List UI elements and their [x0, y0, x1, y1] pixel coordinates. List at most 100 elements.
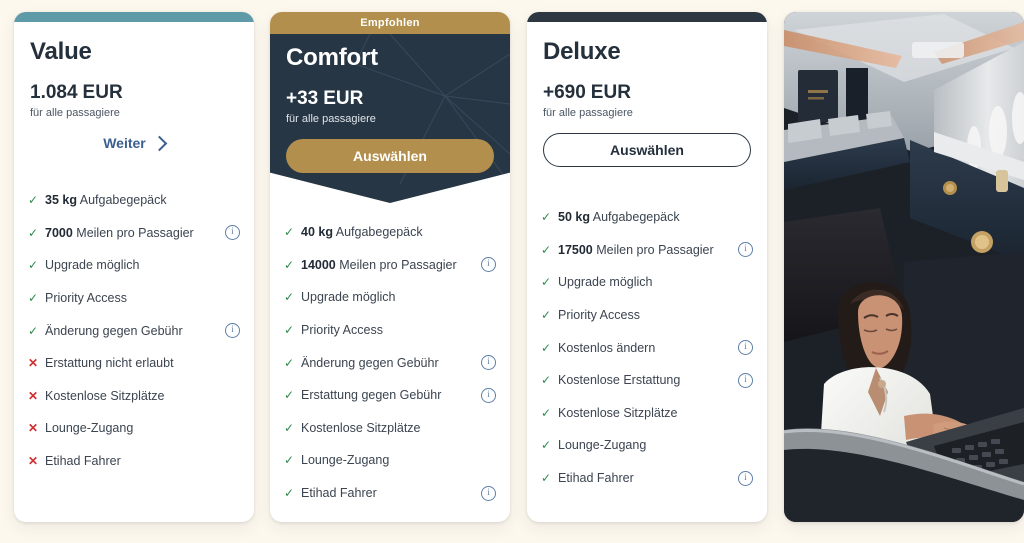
- feature-label: Upgrade möglich: [301, 290, 396, 305]
- select-button[interactable]: Auswählen: [543, 133, 751, 167]
- cross-icon: ✕: [28, 454, 39, 469]
- feature-row: ✓ Upgrade möglich: [28, 249, 240, 282]
- value-card-header: Value 1.084 EUR für alle passagiere Weite…: [14, 12, 254, 153]
- feature-row: ✕ Etihad Fahrer: [28, 445, 240, 478]
- feature-list-value: ✓ 35 kg Aufgabegepäck ✓ 7000 Meilen pro Pas…: [14, 184, 254, 477]
- feature-row: ✓ 35 kg Aufgabegepäck: [28, 184, 240, 217]
- price-row: +690 EUR: [543, 82, 751, 104]
- check-icon: ✓: [541, 308, 552, 323]
- price-subtitle: für alle passagiere: [30, 107, 120, 119]
- info-icon[interactable]: i: [481, 387, 496, 403]
- deluxe-card-header: Deluxe +690 EUR für alle passagiere Auswä…: [527, 12, 767, 167]
- feature-label: Änderung gegen Gebühr: [301, 355, 439, 370]
- info-icon[interactable]: i: [481, 485, 496, 501]
- feature-row: ✕ Lounge-Zugang: [28, 412, 240, 445]
- price-amount: +33: [286, 88, 319, 109]
- info-icon[interactable]: i: [225, 323, 240, 339]
- info-icon[interactable]: i: [738, 470, 753, 486]
- feature-list-deluxe: ✓ 50 kg Aufgabegepäck ✓ 17500 Meilen pro Pa…: [527, 201, 767, 494]
- feature-label: Lounge-Zugang: [558, 438, 647, 453]
- feature-row: ✓ Erstattung gegen Gebühr i: [284, 379, 496, 412]
- check-icon: ✓: [284, 257, 295, 272]
- info-icon[interactable]: i: [738, 242, 753, 258]
- check-icon: ✓: [28, 291, 39, 306]
- feature-label: 40 kg Aufgabegepäck: [301, 225, 423, 240]
- cabin-photo-illustration: [784, 12, 1024, 522]
- value-cta-wrap: Weiter: [30, 135, 238, 153]
- feature-row: ✕ Erstattung nicht erlaubt: [28, 347, 240, 380]
- check-icon: ✓: [284, 420, 295, 435]
- info-icon[interactable]: i: [225, 225, 240, 241]
- check-icon: ✓: [541, 340, 552, 355]
- select-button[interactable]: Auswählen: [286, 139, 494, 173]
- price-currency: EUR: [590, 82, 631, 103]
- feature-row: ✓ 17500 Meilen pro Passagier i: [541, 234, 753, 267]
- chevron-right-icon: [151, 135, 168, 151]
- feature-row: ✓ 50 kg Aufgabegepäck: [541, 201, 753, 234]
- check-icon: ✓: [541, 405, 552, 420]
- cross-icon: ✕: [28, 356, 39, 371]
- price-subtitle: für alle passagiere: [286, 113, 376, 125]
- feature-list-comfort: ✓ 40 kg Aufgabegepäck ✓ 14000 Meilen pro Pa…: [270, 216, 510, 509]
- info-icon[interactable]: i: [738, 372, 753, 388]
- feature-row: ✓ Lounge-Zugang: [284, 444, 496, 477]
- price-subtitle: für alle passagiere: [543, 107, 633, 119]
- check-icon: ✓: [541, 275, 552, 290]
- feature-label: Kostenlose Sitzplätze: [45, 388, 165, 403]
- price-amount: 1.084: [30, 82, 78, 103]
- recommended-ribbon: Empfohlen: [270, 12, 510, 34]
- check-icon: ✓: [284, 225, 295, 240]
- feature-row: ✓ 7000 Meilen pro Passagier i: [28, 217, 240, 250]
- plan-name: Deluxe: [543, 38, 621, 65]
- feature-row: ✓ Kostenlose Sitzplätze: [284, 412, 496, 445]
- fare-card-value[interactable]: Value 1.084 EUR für alle passagiere Weite…: [14, 12, 254, 522]
- info-icon[interactable]: i: [481, 355, 496, 371]
- feature-row: ✓ Priority Access: [284, 314, 496, 347]
- info-icon[interactable]: i: [481, 257, 496, 273]
- feature-label: Erstattung nicht erlaubt: [45, 356, 174, 371]
- feature-label: 35 kg Aufgabegepäck: [45, 193, 167, 208]
- comfort-card-header: Comfort +33 EUR für alle passagiere Auswä…: [270, 34, 510, 203]
- feature-label: Upgrade möglich: [558, 275, 653, 290]
- feature-label: Kostenlos ändern: [558, 340, 656, 355]
- info-icon[interactable]: i: [738, 340, 753, 356]
- price-row: 1.084 EUR: [30, 82, 238, 104]
- feature-label: Kostenlose Sitzplätze: [558, 405, 678, 420]
- feature-label: Priority Access: [558, 308, 640, 323]
- check-icon: ✓: [28, 225, 39, 240]
- feature-row: ✓ Upgrade möglich: [284, 281, 496, 314]
- feature-row: ✓ Änderung gegen Gebühr i: [28, 314, 240, 347]
- feature-label: Priority Access: [301, 323, 383, 338]
- fare-card-comfort[interactable]: Empfohlen Comfort +33 EUR für alle passa…: [270, 12, 510, 522]
- check-icon: ✓: [541, 471, 552, 486]
- check-icon: ✓: [541, 242, 552, 257]
- plan-name: Comfort: [286, 44, 378, 71]
- feature-label: Etihad Fahrer: [301, 486, 377, 501]
- check-icon: ✓: [28, 193, 39, 208]
- cross-icon: ✕: [28, 421, 39, 436]
- check-icon: ✓: [541, 373, 552, 388]
- weiter-label: Weiter: [103, 135, 146, 151]
- feature-label: 17500 Meilen pro Passagier: [558, 242, 714, 257]
- check-icon: ✓: [284, 323, 295, 338]
- feature-row: ✓ Priority Access: [28, 282, 240, 315]
- check-icon: ✓: [541, 438, 552, 453]
- feature-label: 50 kg Aufgabegepäck: [558, 210, 680, 225]
- weiter-link[interactable]: Weiter: [103, 135, 168, 151]
- feature-row: ✓ Kostenlose Erstattung i: [541, 364, 753, 397]
- check-icon: ✓: [541, 210, 552, 225]
- check-icon: ✓: [28, 323, 39, 338]
- feature-row: ✓ Etihad Fahrer i: [541, 462, 753, 495]
- feature-row: ✓ Lounge-Zugang: [541, 429, 753, 462]
- feature-label: 14000 Meilen pro Passagier: [301, 257, 457, 272]
- check-icon: ✓: [284, 290, 295, 305]
- price-amount: +690: [543, 82, 586, 103]
- price-currency: EUR: [82, 82, 123, 103]
- fare-options-board: Value 1.084 EUR für alle passagiere Weite…: [0, 0, 1024, 543]
- fare-card-deluxe[interactable]: Deluxe +690 EUR für alle passagiere Auswä…: [527, 12, 767, 522]
- check-icon: ✓: [284, 355, 295, 370]
- feature-label: Lounge-Zugang: [45, 421, 134, 436]
- feature-row: ✓ Upgrade möglich: [541, 266, 753, 299]
- feature-row: ✓ 40 kg Aufgabegepäck: [284, 216, 496, 249]
- check-icon: ✓: [284, 388, 295, 403]
